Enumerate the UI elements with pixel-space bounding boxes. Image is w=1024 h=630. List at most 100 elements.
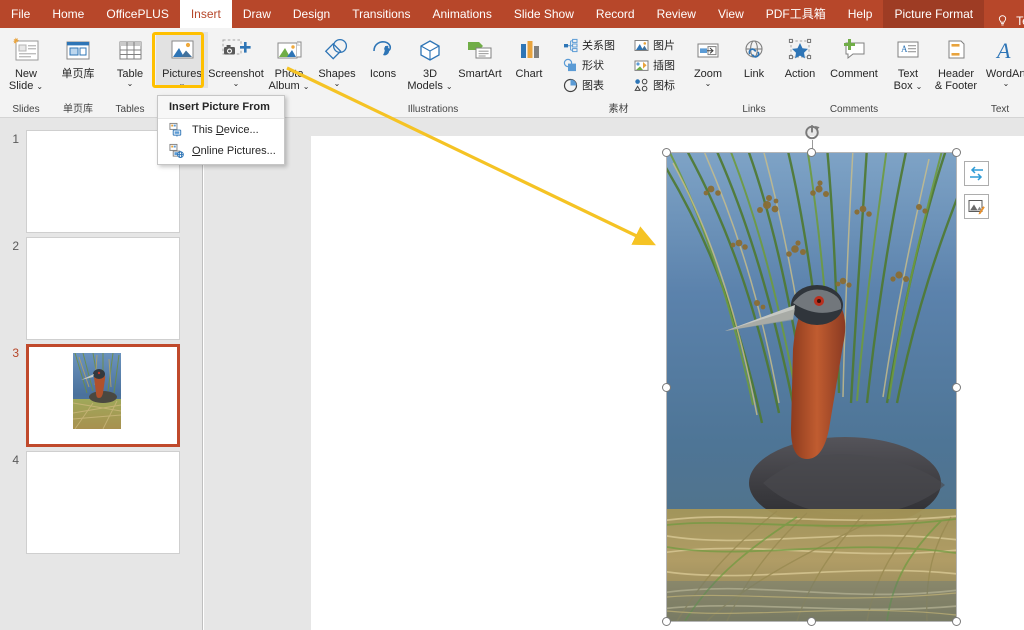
- tab-draw[interactable]: Draw: [232, 0, 282, 28]
- tab-officeplus[interactable]: OfficePLUS: [95, 0, 179, 28]
- sucai-relationship-diagram-button[interactable]: 关系图: [560, 36, 617, 54]
- screenshot-button[interactable]: Screenshot ⌄: [208, 32, 264, 88]
- action-label: Action: [785, 68, 816, 80]
- sucai-picture-label: 图片: [653, 37, 675, 53]
- action-button[interactable]: Action: [777, 32, 823, 80]
- shape-icon: [562, 57, 578, 73]
- comment-icon: [838, 34, 870, 68]
- action-icon: [785, 34, 815, 68]
- zoom-caret-icon[interactable]: ⌄: [705, 80, 712, 88]
- tab-transitions[interactable]: Transitions: [341, 0, 421, 28]
- slide-thumbnail-4[interactable]: [26, 451, 180, 554]
- shapes-button[interactable]: Shapes ⌄: [314, 32, 360, 88]
- sucai-shape-label: 形状: [582, 57, 604, 73]
- slide-thumbnail-row[interactable]: 2: [0, 237, 203, 343]
- slide-library-icon: [63, 34, 93, 68]
- icons-button[interactable]: Icons: [360, 32, 406, 80]
- menu-item-online-pictures[interactable]: Online Pictures...: [158, 140, 284, 161]
- tab-animations[interactable]: Animations: [421, 0, 502, 28]
- pictures-button[interactable]: Pictures ⌄: [156, 32, 208, 88]
- svg-text:A: A: [901, 44, 908, 54]
- tab-picture-format[interactable]: Picture Format: [883, 0, 984, 28]
- chart-small-icon: [562, 77, 578, 93]
- wordart-button[interactable]: A WordArt ⌄: [981, 32, 1024, 88]
- tab-file[interactable]: File: [0, 0, 41, 28]
- tab-record[interactable]: Record: [585, 0, 646, 28]
- table-caret-icon[interactable]: ⌄: [127, 80, 134, 88]
- design-ideas-button[interactable]: [964, 194, 989, 219]
- sucai-illustration-button[interactable]: 插图: [631, 56, 677, 74]
- header-footer-icon: [941, 34, 971, 68]
- resize-handle-middle-left[interactable]: [662, 383, 671, 392]
- ribbon-group-slide-library: 单页库 单页库: [52, 28, 104, 118]
- slide-number-2: 2: [0, 237, 26, 343]
- resize-handle-bottom-right[interactable]: [952, 617, 961, 626]
- slide-thumbnail-2[interactable]: [26, 237, 180, 340]
- ribbon-group-slides: New Slide ⌄ Slides: [0, 28, 52, 118]
- wordart-icon: A: [991, 34, 1021, 68]
- photo-album-button[interactable]: Photo Album ⌄: [264, 32, 314, 92]
- new-slide-button[interactable]: New Slide ⌄: [0, 32, 52, 92]
- slide-thumbnail-row[interactable]: 3: [0, 344, 203, 450]
- smartart-button[interactable]: SmartArt: [454, 32, 506, 80]
- header-footer-label-line2: & Footer: [935, 80, 977, 92]
- picture-icon: [633, 37, 649, 53]
- chart-button[interactable]: Chart: [506, 32, 552, 80]
- slide-thumbnail-3-image: [73, 353, 121, 429]
- sucai-shape-button[interactable]: 形状: [560, 56, 617, 74]
- sucai-chart-button[interactable]: 图表: [560, 76, 617, 94]
- text-box-button[interactable]: A Text Box ⌄: [885, 32, 931, 92]
- tab-slide-show[interactable]: Slide Show: [503, 0, 585, 28]
- 3d-models-button[interactable]: 3D Models ⌄: [406, 32, 454, 92]
- wordart-caret-icon[interactable]: ⌄: [1003, 80, 1010, 88]
- zoom-button[interactable]: Zoom ⌄: [685, 32, 731, 88]
- illustration-icon: [633, 57, 649, 73]
- pictures-caret-icon[interactable]: ⌄: [179, 80, 186, 88]
- resize-handle-top-right[interactable]: [952, 148, 961, 157]
- screenshot-caret-icon[interactable]: ⌄: [233, 80, 240, 88]
- tell-me-label: Tell me what you want to: [1016, 14, 1024, 28]
- sucai-relationship-diagram-label: 关系图: [582, 37, 615, 53]
- ribbon-group-label-text: Text: [885, 104, 1024, 118]
- tell-me-search[interactable]: Tell me what you want to: [996, 14, 1024, 28]
- resize-handle-bottom-center[interactable]: [807, 617, 816, 626]
- shapes-icon: [322, 34, 352, 68]
- comment-button[interactable]: Comment: [823, 32, 885, 80]
- link-button[interactable]: Link: [731, 32, 777, 80]
- slide-library-button[interactable]: 单页库: [52, 32, 104, 80]
- tab-home[interactable]: Home: [41, 0, 95, 28]
- resize-handle-top-center[interactable]: [807, 148, 816, 157]
- slide-thumbnail-3[interactable]: [26, 344, 180, 447]
- layout-options-button[interactable]: [964, 161, 989, 186]
- resize-handle-middle-right[interactable]: [952, 383, 961, 392]
- tab-review[interactable]: Review: [646, 0, 707, 28]
- menu-item-this-device[interactable]: This Device...: [158, 119, 284, 140]
- comment-label: Comment: [830, 68, 878, 80]
- ribbon-group-tables: Table ⌄ Tables: [104, 28, 156, 118]
- tab-help[interactable]: Help: [837, 0, 884, 28]
- slide-thumbnail-pane[interactable]: 1 2 3: [0, 118, 203, 630]
- slide-thumbnail-row[interactable]: 4: [0, 451, 203, 557]
- tab-view[interactable]: View: [707, 0, 755, 28]
- sucai-picture-button[interactable]: 图片: [631, 36, 677, 54]
- sucai-icon-button[interactable]: 图标: [631, 76, 677, 94]
- new-slide-label-line2: Slide ⌄: [9, 80, 43, 92]
- header-footer-button[interactable]: Header & Footer: [931, 32, 981, 92]
- icon-small-icon: [633, 77, 649, 93]
- tab-insert[interactable]: Insert: [180, 0, 232, 28]
- text-box-label-line2: Box ⌄: [894, 80, 923, 92]
- new-slide-icon: [11, 34, 41, 68]
- ribbon-group-label-sucai: 素材: [552, 104, 685, 118]
- slide-number-3: 3: [0, 344, 26, 450]
- tab-pdf-toolbox[interactable]: PDF工具箱: [755, 0, 837, 28]
- selected-picture-container[interactable]: [667, 153, 956, 621]
- rotate-icon[interactable]: [803, 123, 821, 141]
- 3d-models-label-line2: Models ⌄: [407, 80, 452, 92]
- grebe-in-reeds-photo[interactable]: [667, 153, 956, 621]
- tab-design[interactable]: Design: [282, 0, 341, 28]
- shapes-caret-icon[interactable]: ⌄: [334, 80, 341, 88]
- resize-handle-top-left[interactable]: [662, 148, 671, 157]
- resize-handle-bottom-left[interactable]: [662, 617, 671, 626]
- ribbon-group-comments: Comment Comments: [823, 28, 885, 118]
- table-button[interactable]: Table ⌄: [104, 32, 156, 88]
